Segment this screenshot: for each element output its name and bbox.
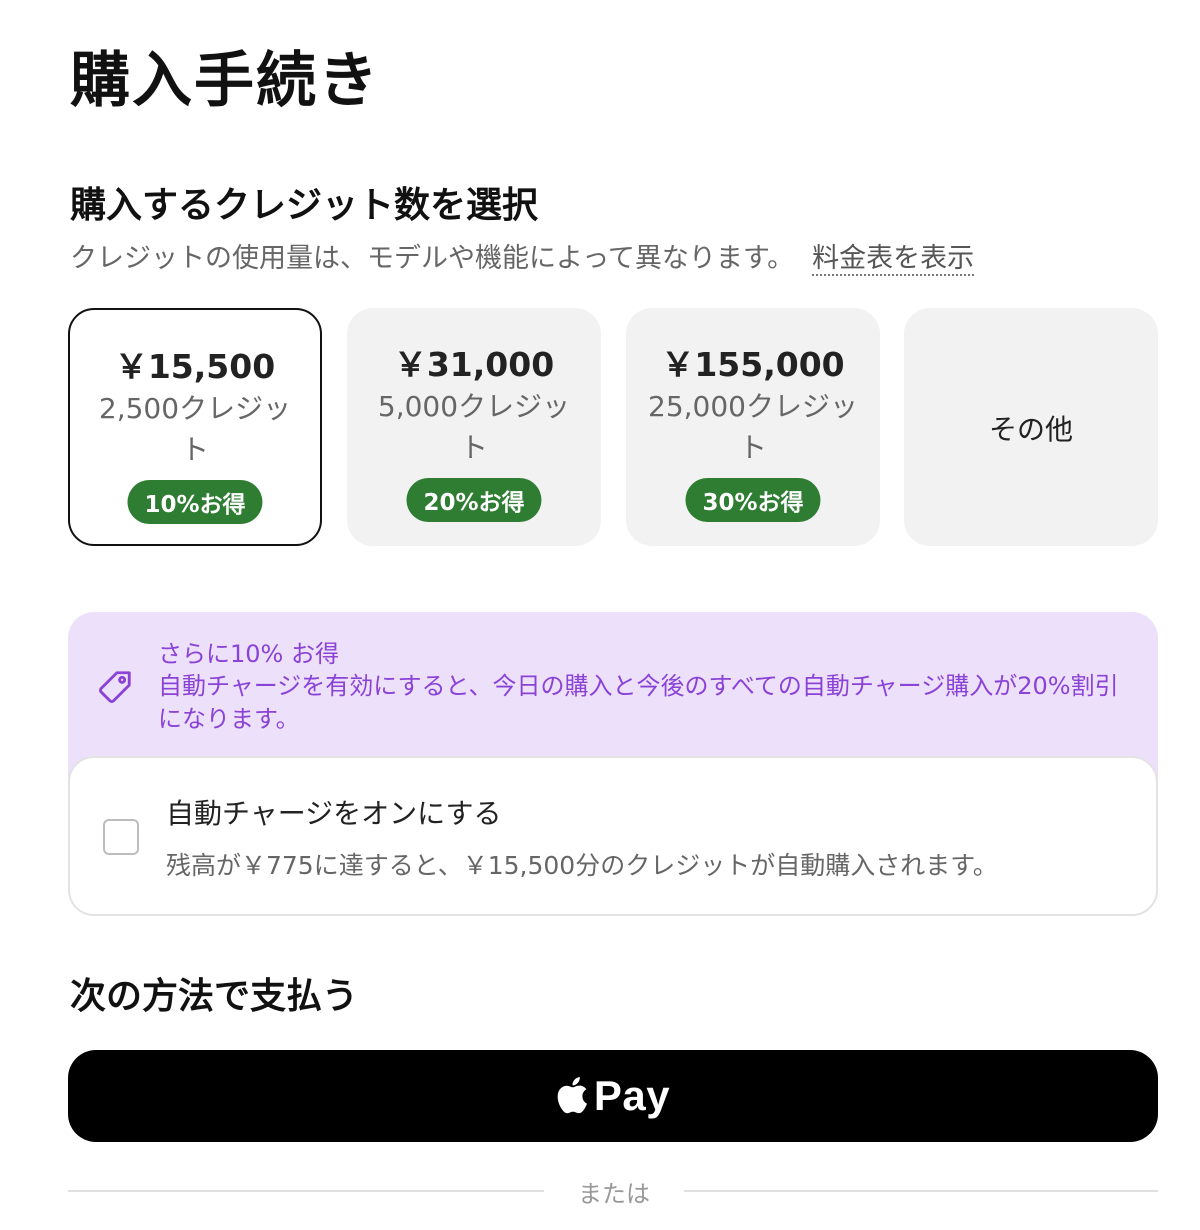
- credit-option-2500[interactable]: ￥15,500 2,500クレジット 10%お得: [68, 308, 322, 546]
- option-credits: 25,000クレジット: [648, 390, 858, 464]
- option-price: ￥15,500: [114, 347, 276, 386]
- apple-icon: [556, 1076, 594, 1117]
- or-divider-text: または: [578, 1180, 650, 1208]
- promo-title: さらに10% お得: [158, 640, 339, 668]
- page-title: 購入手続き: [70, 46, 380, 116]
- credits-subtitle-text: クレジットの使用量は、モデルや機能によって異なります。: [70, 243, 795, 274]
- discount-badge: 20%お得: [406, 478, 542, 522]
- autocharge-title: 自動チャージをオンにする: [166, 797, 502, 830]
- autocharge-checkbox[interactable]: [103, 819, 139, 855]
- autocharge-option[interactable]: 自動チャージをオンにする 残高が￥775に達すると、￥15,500分のクレジット…: [68, 756, 1158, 916]
- promo-description: 自動チャージを有効にすると、今日の購入と今後のすべての自動チャージ購入が20%割…: [158, 672, 1119, 733]
- credit-option-5000[interactable]: ￥31,000 5,000クレジット 20%お得: [347, 308, 601, 546]
- credit-option-other[interactable]: その他: [904, 308, 1158, 546]
- credits-subtitle: クレジットの使用量は、モデルや機能によって異なります。 料金表を表示: [70, 236, 975, 276]
- option-price: ￥31,000: [393, 345, 555, 384]
- option-credits: 2,500クレジット: [98, 392, 292, 466]
- payment-section-title: 次の方法で支払う: [70, 976, 359, 1017]
- option-credits: 5,000クレジット: [377, 390, 571, 464]
- pricing-table-link[interactable]: 料金表を表示: [812, 243, 975, 276]
- apple-pay-button[interactable]: Pay: [68, 1050, 1158, 1142]
- credit-option-25000[interactable]: ￥155,000 25,000クレジット 30%お得: [626, 308, 880, 546]
- divider-left: [68, 1190, 544, 1192]
- option-other-label: その他: [988, 413, 1073, 446]
- credit-options: ￥15,500 2,500クレジット 10%お得 ￥31,000 5,000クレ…: [68, 308, 1158, 546]
- discount-badge: 30%お得: [685, 478, 821, 522]
- option-price: ￥155,000: [661, 345, 845, 384]
- apple-pay-label: Pay: [593, 1072, 671, 1119]
- divider-right: [684, 1190, 1158, 1192]
- credits-section-title: 購入するクレジット数を選択: [70, 185, 539, 226]
- discount-badge: 10%お得: [127, 480, 263, 524]
- autocharge-description: 残高が￥775に達すると、￥15,500分のクレジットが自動購入されます。: [166, 851, 998, 880]
